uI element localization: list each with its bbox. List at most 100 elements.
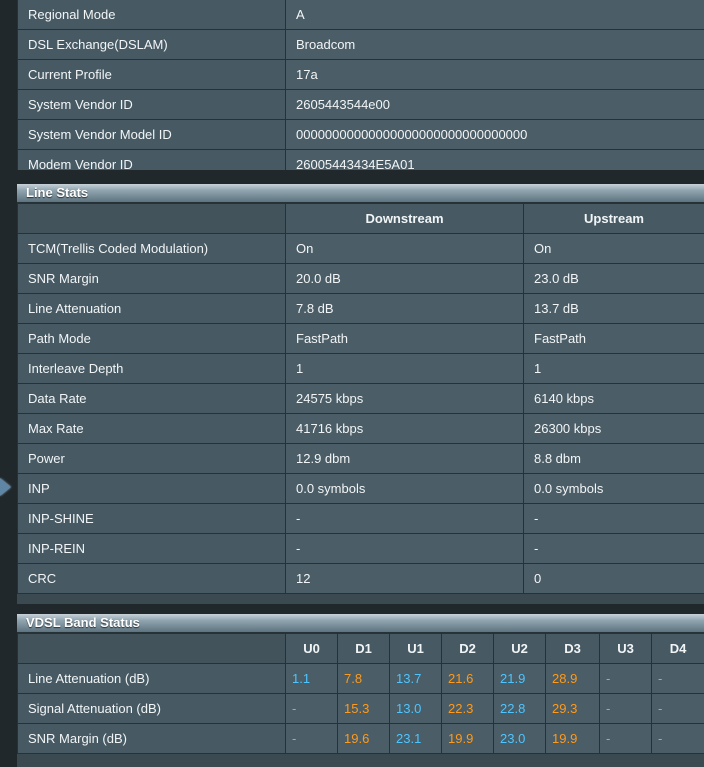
menu-pointer-arrow-icon (0, 478, 11, 496)
band-value-d1: 7.8 (337, 663, 390, 694)
band-value-d3: 28.9 (545, 663, 600, 694)
info-value: Broadcom (285, 29, 704, 60)
info-value: 2605443544e00 (285, 89, 704, 120)
line-stat-row: INP-SHINE - - (17, 503, 704, 534)
band-row-signal-attenuation: Signal Attenuation (dB) - 15.3 13.0 22.3… (17, 693, 704, 724)
info-label: DSL Exchange(DSLAM) (17, 29, 286, 60)
downstream-value: - (285, 533, 524, 564)
line-stat-label: Power (17, 443, 286, 474)
downstream-value: 24575 kbps (285, 383, 524, 414)
info-label: System Vendor ID (17, 89, 286, 120)
band-header-d1: D1 (337, 633, 390, 664)
vdsl-band-status-table: U0 D1 U1 D2 U2 D3 U3 D4 Line Attenuation… (17, 633, 704, 754)
band-value-u3: - (599, 663, 652, 694)
line-stat-label: INP-SHINE (17, 503, 286, 534)
band-value-d1: 19.6 (337, 723, 390, 754)
band-value-d4: - (651, 663, 704, 694)
band-value-u2: 21.9 (493, 663, 546, 694)
downstream-value: - (285, 503, 524, 534)
line-stat-label: Interleave Depth (17, 353, 286, 384)
downstream-value: 7.8 dB (285, 293, 524, 324)
upstream-value: FastPath (523, 323, 704, 354)
downstream-value: FastPath (285, 323, 524, 354)
line-stats-header-row: Downstream Upstream (17, 203, 704, 234)
line-stat-label: Max Rate (17, 413, 286, 444)
info-row-current-profile: Current Profile 17a (17, 59, 704, 90)
downstream-value: On (285, 233, 524, 264)
band-value-u2: 22.8 (493, 693, 546, 724)
line-stat-label: Path Mode (17, 323, 286, 354)
band-header-row: U0 D1 U1 D2 U2 D3 U3 D4 (17, 633, 704, 664)
line-stat-label: INP-REIN (17, 533, 286, 564)
upstream-value: - (523, 533, 704, 564)
vdsl-band-status-panel: VDSL Band Status U0 D1 U1 D2 U2 D3 U3 D4… (17, 614, 704, 767)
upstream-value: 8.8 dbm (523, 443, 704, 474)
band-value-u1: 13.0 (389, 693, 442, 724)
band-row-line-attenuation: Line Attenuation (dB) 1.1 7.8 13.7 21.6 … (17, 663, 704, 694)
downstream-value: 12.9 dbm (285, 443, 524, 474)
line-stat-row: Max Rate 41716 kbps 26300 kbps (17, 413, 704, 444)
line-stat-row: SNR Margin 20.0 dB 23.0 dB (17, 263, 704, 294)
upstream-value: - (523, 503, 704, 534)
dsl-info-panel: Regional Mode A DSL Exchange(DSLAM) Broa… (17, 0, 704, 170)
upstream-value: 1 (523, 353, 704, 384)
info-value: A (285, 0, 704, 30)
band-value-d3: 29.3 (545, 693, 600, 724)
band-row-label: Line Attenuation (dB) (17, 663, 286, 694)
band-row-label: Signal Attenuation (dB) (17, 693, 286, 724)
upstream-value: 26300 kbps (523, 413, 704, 444)
info-value: 00000000000000000000000000000000 (285, 119, 704, 150)
band-value-u0: - (285, 723, 338, 754)
info-value: 17a (285, 59, 704, 90)
line-stats-title: Line Stats (17, 184, 704, 203)
band-value-u0: 1.1 (285, 663, 338, 694)
band-header-d2: D2 (441, 633, 494, 664)
info-row-system-vendor-id: System Vendor ID 2605443544e00 (17, 89, 704, 120)
line-stat-row: Power 12.9 dbm 8.8 dbm (17, 443, 704, 474)
band-value-u3: - (599, 723, 652, 754)
line-stat-row: INP 0.0 symbols 0.0 symbols (17, 473, 704, 504)
line-stat-label: SNR Margin (17, 263, 286, 294)
info-value: 26005443434E5A01 (285, 149, 704, 170)
line-stat-row: Path Mode FastPath FastPath (17, 323, 704, 354)
upstream-value: 6140 kbps (523, 383, 704, 414)
band-value-d4: - (651, 723, 704, 754)
vdsl-band-status-title: VDSL Band Status (17, 614, 704, 633)
info-label: Modem Vendor ID (17, 149, 286, 170)
line-stats-empty-header (17, 203, 286, 234)
band-header-d4: D4 (651, 633, 704, 664)
info-row-dslam: DSL Exchange(DSLAM) Broadcom (17, 29, 704, 60)
band-empty-header (17, 633, 286, 664)
band-value-u0: - (285, 693, 338, 724)
downstream-value: 1 (285, 353, 524, 384)
upstream-value: On (523, 233, 704, 264)
line-stat-label: Line Attenuation (17, 293, 286, 324)
band-value-d1: 15.3 (337, 693, 390, 724)
line-stats-table: Downstream Upstream TCM(Trellis Coded Mo… (17, 203, 704, 594)
band-header-d3: D3 (545, 633, 600, 664)
downstream-value: 20.0 dB (285, 263, 524, 294)
band-header-u2: U2 (493, 633, 546, 664)
band-value-d2: 22.3 (441, 693, 494, 724)
band-row-snr-margin: SNR Margin (dB) - 19.6 23.1 19.9 23.0 19… (17, 723, 704, 754)
line-stat-row: INP-REIN - - (17, 533, 704, 564)
line-stat-row: Line Attenuation 7.8 dB 13.7 dB (17, 293, 704, 324)
downstream-header: Downstream (285, 203, 524, 234)
upstream-value: 0.0 symbols (523, 473, 704, 504)
line-stat-row: Interleave Depth 1 1 (17, 353, 704, 384)
band-value-d4: - (651, 693, 704, 724)
downstream-value: 41716 kbps (285, 413, 524, 444)
line-stat-row: CRC 12 0 (17, 563, 704, 594)
band-value-d3: 19.9 (545, 723, 600, 754)
band-value-u1: 23.1 (389, 723, 442, 754)
band-header-u0: U0 (285, 633, 338, 664)
line-stat-row: Data Rate 24575 kbps 6140 kbps (17, 383, 704, 414)
info-label: System Vendor Model ID (17, 119, 286, 150)
upstream-header: Upstream (523, 203, 704, 234)
line-stats-panel: Line Stats Downstream Upstream TCM(Trell… (17, 184, 704, 604)
dsl-log-page: Regional Mode A DSL Exchange(DSLAM) Broa… (0, 0, 704, 767)
line-stat-label: TCM(Trellis Coded Modulation) (17, 233, 286, 264)
band-header-u1: U1 (389, 633, 442, 664)
band-value-u1: 13.7 (389, 663, 442, 694)
downstream-value: 0.0 symbols (285, 473, 524, 504)
